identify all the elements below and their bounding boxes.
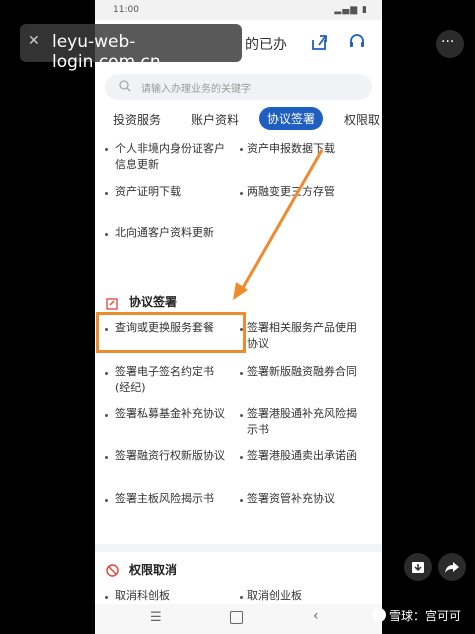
url-watermark: ✕ leyu-web-login.com.cn [20, 24, 242, 72]
forward-icon [445, 562, 459, 573]
save-button[interactable] [404, 553, 432, 581]
more-button[interactable]: ··· [436, 30, 464, 58]
snowball-logo-icon [371, 608, 386, 622]
download-icon [412, 562, 424, 573]
watermark-text: leyu-web-login.com.cn [52, 32, 161, 72]
annotation-arrow [233, 149, 324, 300]
close-icon[interactable]: ✕ [28, 33, 40, 49]
more-dots-icon: ··· [441, 34, 455, 50]
share-button[interactable] [438, 553, 466, 581]
brand-text: 雪球：宫可可 [388, 609, 461, 623]
brand-watermark: 雪球：宫可可 [371, 607, 461, 624]
